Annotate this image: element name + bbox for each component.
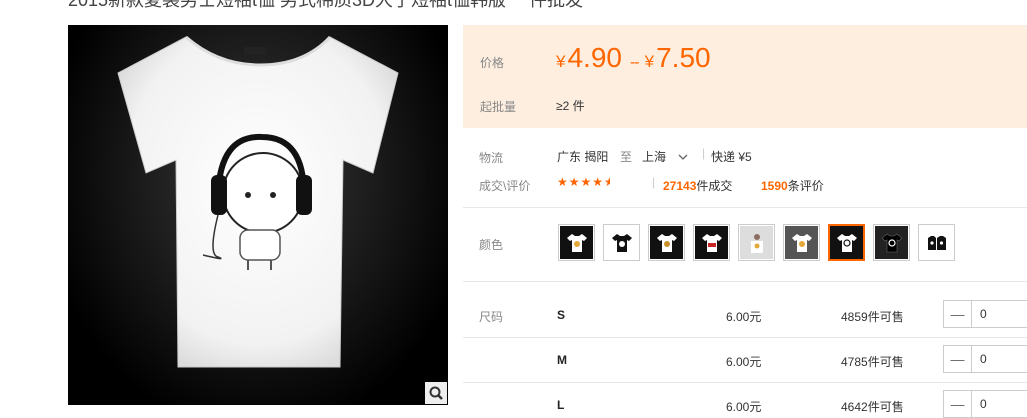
size-price: 6.00元 (726, 400, 762, 414)
swatch-thumbnail (650, 226, 683, 259)
price-panel: 价格 ¥ 4.90 -- ¥ 7.50 起批量 ≥2 件 (463, 25, 1027, 128)
color-swatch[interactable] (783, 224, 820, 261)
size-price: 6.00元 (726, 355, 762, 369)
quantity-stepper: — 0 (943, 300, 1027, 328)
decrement-button[interactable]: — (944, 391, 972, 417)
quantity-input[interactable]: 0 (972, 391, 1027, 417)
logistics-label: 物流 (479, 151, 504, 165)
reviews-count: 1590 (761, 179, 788, 193)
size-row: L 6.00元 4642件可售 — 0 (463, 382, 1027, 418)
quantity-input[interactable]: 0 (972, 346, 1027, 372)
reviews-label: 成交\评价 (479, 179, 531, 193)
shirt-thumb-icon (836, 233, 857, 252)
product-title: 2015新款夏装男士短袖t恤 男式棉质3D大了短袖t恤韩版 一件批发 (68, 0, 584, 10)
moq-value: ≥2 件 (556, 99, 585, 113)
color-swatch[interactable] (558, 224, 595, 261)
price-label: 价格 (480, 56, 505, 70)
color-swatch[interactable] (693, 224, 730, 261)
product-main-image[interactable] (68, 25, 448, 405)
decrement-button[interactable]: — (944, 301, 972, 327)
swatch-thumbnail (740, 226, 773, 259)
color-swatch[interactable] (603, 224, 640, 261)
ship-from: 广东 揭阳 (557, 150, 609, 164)
currency-symbol: ¥ (644, 52, 655, 71)
price-range: ¥ 4.90 -- ¥ 7.50 (556, 42, 711, 74)
swatch-thumbnail (605, 226, 638, 259)
price-separator: -- (629, 54, 640, 71)
shirt-thumb-icon (566, 233, 587, 252)
deals-suffix: 件成交 (696, 179, 733, 193)
ship-method: 快递 ¥5 (711, 150, 752, 164)
half-star-icon: ★ (604, 175, 610, 189)
deals-stat[interactable]: 27143件成交 (663, 177, 732, 194)
price-low: 4.90 (567, 42, 622, 73)
swatch-thumbnail (920, 226, 953, 259)
quantity-stepper: — 0 (943, 345, 1027, 373)
zoom-icon[interactable] (425, 382, 447, 404)
size-price: 6.00元 (726, 310, 762, 324)
magnifier-icon (429, 386, 443, 400)
swatch-thumbnail (830, 226, 863, 259)
moq-label: 起批量 (480, 100, 517, 114)
tshirt-illustration (117, 35, 399, 368)
swatch-thumbnail (560, 226, 593, 259)
shirt-thumb-icon (656, 233, 677, 252)
color-swatch-list (558, 224, 955, 261)
swatch-thumbnail (785, 226, 818, 259)
size-row: M 6.00元 4785件可售 — 0 (463, 337, 1027, 383)
ship-to-selector[interactable]: 上海 (642, 148, 688, 165)
shirt-thumb-icon (791, 233, 812, 252)
swatch-thumbnail (695, 226, 728, 259)
reviews-suffix: 条评价 (787, 179, 824, 193)
swatch-thumbnail (875, 226, 908, 259)
shirt-thumb-icon (750, 233, 763, 253)
ship-to-city: 上海 (642, 150, 667, 164)
size-name: S (557, 308, 566, 322)
color-swatch[interactable] (918, 224, 955, 261)
color-swatch[interactable] (873, 224, 910, 261)
color-swatch-selected[interactable] (828, 224, 865, 261)
divider: | (702, 146, 706, 160)
shirt-thumb-icon (927, 235, 946, 250)
divider: | (652, 175, 656, 189)
size-stock: 4785件可售 (841, 355, 904, 369)
decrement-button[interactable]: — (944, 346, 972, 372)
size-stock: 4642件可售 (841, 400, 904, 414)
ship-to-word: 至 (620, 150, 633, 164)
chevron-down-icon (678, 154, 688, 160)
shirt-thumb-icon (881, 233, 902, 252)
color-swatch[interactable] (648, 224, 685, 261)
shirt-thumb-icon (701, 233, 722, 252)
reviews-stat[interactable]: 1590条评价 (761, 177, 824, 194)
price-high: 7.50 (656, 42, 711, 73)
deals-count: 27143 (663, 179, 697, 193)
shirt-thumb-icon (611, 233, 632, 252)
size-name: L (557, 398, 565, 412)
color-label: 颜色 (479, 238, 504, 252)
rating-stars: ★★★★★ (557, 175, 610, 189)
currency-symbol: ¥ (556, 52, 566, 71)
quantity-input[interactable]: 0 (972, 301, 1027, 327)
size-stock: 4859件可售 (841, 310, 904, 324)
separator-line (463, 207, 1027, 208)
separator-line (463, 281, 1027, 282)
size-name: M (557, 353, 567, 367)
size-row: S 6.00元 4859件可售 — 0 (463, 291, 1027, 337)
color-swatch[interactable] (738, 224, 775, 261)
